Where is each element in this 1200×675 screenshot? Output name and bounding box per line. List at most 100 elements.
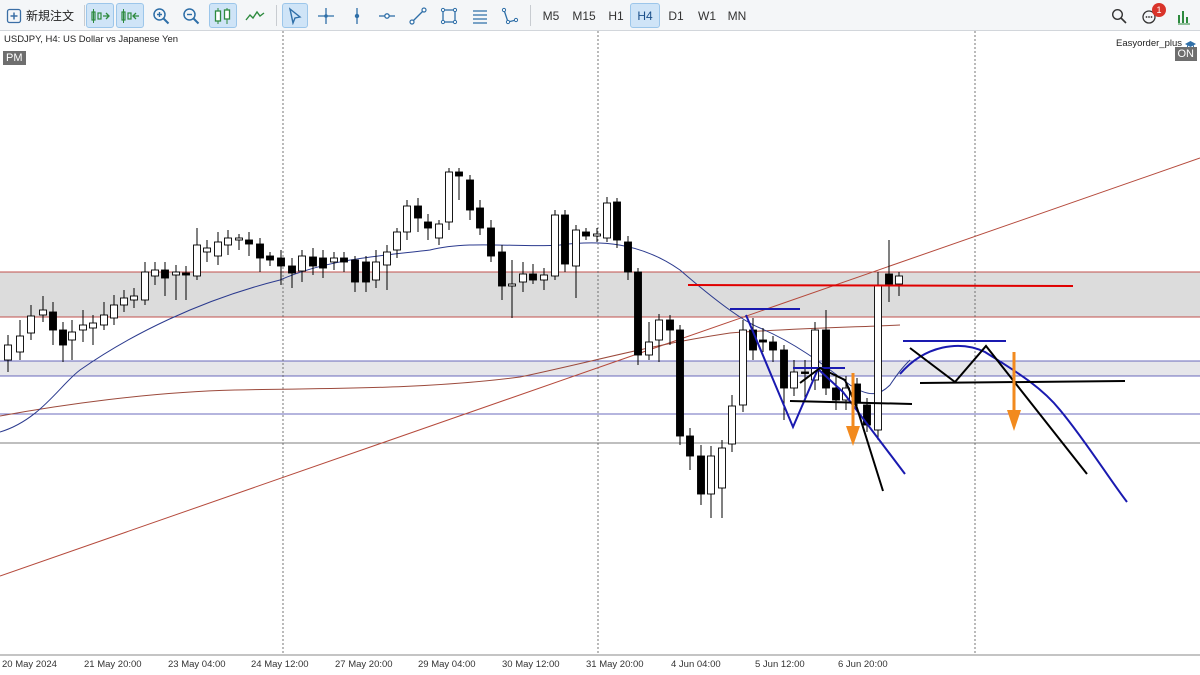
signals-icon	[1178, 10, 1190, 24]
timeframe-h4[interactable]: H4	[630, 3, 660, 28]
bearish-candle	[666, 315, 674, 345]
chart-shift-button[interactable]	[116, 3, 144, 28]
new-order-icon	[6, 8, 22, 23]
trendline-tool-button[interactable]	[405, 3, 431, 28]
bearish-candle	[582, 228, 590, 240]
bullish-candle	[203, 240, 211, 262]
signals-button[interactable]	[1172, 3, 1196, 28]
rectangle-tool-button[interactable]	[436, 3, 462, 28]
x-axis-label: 5 Jun 12:00	[755, 659, 805, 670]
x-axis-label: 31 May 20:00	[586, 659, 644, 670]
line-chart-button[interactable]	[241, 3, 269, 28]
bullish-candle	[874, 272, 882, 440]
bearish-candle	[832, 374, 840, 410]
x-axis-label: 20 May 2024	[2, 659, 57, 670]
autoscroll-button[interactable]	[86, 3, 114, 28]
bearish-candle	[245, 232, 253, 256]
timeframe-d1[interactable]: D1	[661, 3, 691, 28]
crosshair-icon	[318, 7, 334, 24]
bullish-candle	[435, 220, 443, 245]
trendline-icon	[409, 6, 427, 25]
bullish-candle	[551, 210, 559, 280]
horizontal-line-icon	[379, 12, 395, 19]
bearish-candle	[340, 252, 348, 272]
timeframe-m5[interactable]: M5	[536, 3, 566, 28]
bearish-candle	[822, 310, 830, 395]
resistance-zone[interactable]	[0, 272, 1200, 317]
x-axis-label: 6 Jun 20:00	[838, 659, 888, 670]
timeframe-m15[interactable]: M15	[568, 3, 600, 28]
timeframe-w1[interactable]: W1	[692, 3, 722, 28]
timeframe-h1[interactable]: H1	[601, 3, 631, 28]
x-axis-label: 30 May 12:00	[502, 659, 560, 670]
zoom-out-button[interactable]	[178, 3, 204, 28]
bullish-candle	[224, 230, 232, 255]
bullish-candle	[593, 228, 601, 242]
rectangle-icon	[440, 7, 458, 24]
shapes-icon	[501, 7, 519, 24]
line-chart-icon	[245, 10, 265, 20]
search-icon	[1111, 8, 1127, 24]
bullish-candle	[707, 446, 715, 518]
bearish-candle	[780, 345, 788, 420]
zoom-in-button[interactable]	[148, 3, 174, 28]
toolbar-separator	[276, 5, 277, 26]
bearish-candle	[487, 220, 495, 262]
bullish-candle	[445, 168, 453, 230]
chart-toolbar: 新規注文 M5 M15 H1 H4 D1 W1 MN 1	[0, 0, 1200, 31]
bearish-candle	[266, 252, 274, 266]
expert-advisor-name: Easyorder_plus	[1115, 38, 1182, 49]
bearish-candle	[676, 325, 684, 445]
session-label: PM	[3, 51, 26, 65]
new-order-label: 新規注文	[26, 9, 75, 23]
bearish-candle	[455, 168, 463, 200]
bullish-candle	[193, 228, 201, 280]
bearish-candle	[466, 175, 474, 220]
black-projection-neck[interactable]	[919, 380, 1126, 384]
bullish-candle	[718, 440, 726, 518]
bullish-candle	[235, 234, 243, 250]
bullish-candle	[403, 200, 411, 240]
bearish-candle	[309, 248, 317, 275]
toolbar-separator	[530, 5, 531, 26]
bearish-candle	[613, 198, 621, 248]
bullish-candle	[655, 314, 663, 362]
fibonacci-icon	[473, 9, 487, 24]
x-axis-label: 27 May 20:00	[335, 659, 393, 670]
vertical-line-tool-button[interactable]	[344, 3, 370, 28]
timeframe-mn[interactable]: MN	[722, 3, 752, 28]
bullish-candle	[739, 320, 747, 412]
zoom-out-icon	[183, 7, 200, 24]
x-axis-label: 23 May 04:00	[168, 659, 226, 670]
bullish-candle	[728, 395, 736, 452]
bullish-candle	[68, 320, 76, 360]
search-button[interactable]	[1108, 3, 1130, 28]
zoom-in-icon	[153, 7, 170, 24]
blue-pattern-drawing[interactable]	[730, 308, 1128, 503]
bullish-candle	[330, 252, 338, 270]
fibonacci-tool-button[interactable]	[467, 3, 493, 28]
bearish-candle	[561, 210, 569, 272]
crosshair-tool-button[interactable]	[313, 3, 339, 28]
symbol-title: USDJPY, H4: US Dollar vs Japanese Yen	[4, 34, 179, 45]
new-order-button[interactable]: 新規注文	[4, 3, 82, 28]
bearish-candle	[476, 200, 484, 235]
bearish-candle	[59, 322, 67, 362]
candlesticks-button[interactable]	[209, 3, 237, 28]
chart-canvas[interactable]	[0, 31, 1200, 675]
horizontal-line-tool-button[interactable]	[374, 3, 400, 28]
bullish-candle	[645, 322, 653, 360]
x-axis-label: 24 May 12:00	[251, 659, 309, 670]
price-chart[interactable]	[0, 31, 1200, 675]
shapes-tool-button[interactable]	[497, 3, 523, 28]
bullish-candle	[603, 197, 611, 242]
bearish-candle	[697, 445, 705, 505]
candlestick-series	[4, 168, 903, 518]
chart-shift-icon	[121, 8, 139, 23]
expert-advisor-status[interactable]: ON	[1174, 47, 1197, 61]
red-level-line[interactable]	[687, 284, 1074, 287]
x-axis-label: 4 Jun 04:00	[671, 659, 721, 670]
cursor-icon	[288, 6, 302, 25]
bearish-candle	[686, 428, 694, 470]
cursor-tool-button[interactable]	[282, 3, 308, 28]
